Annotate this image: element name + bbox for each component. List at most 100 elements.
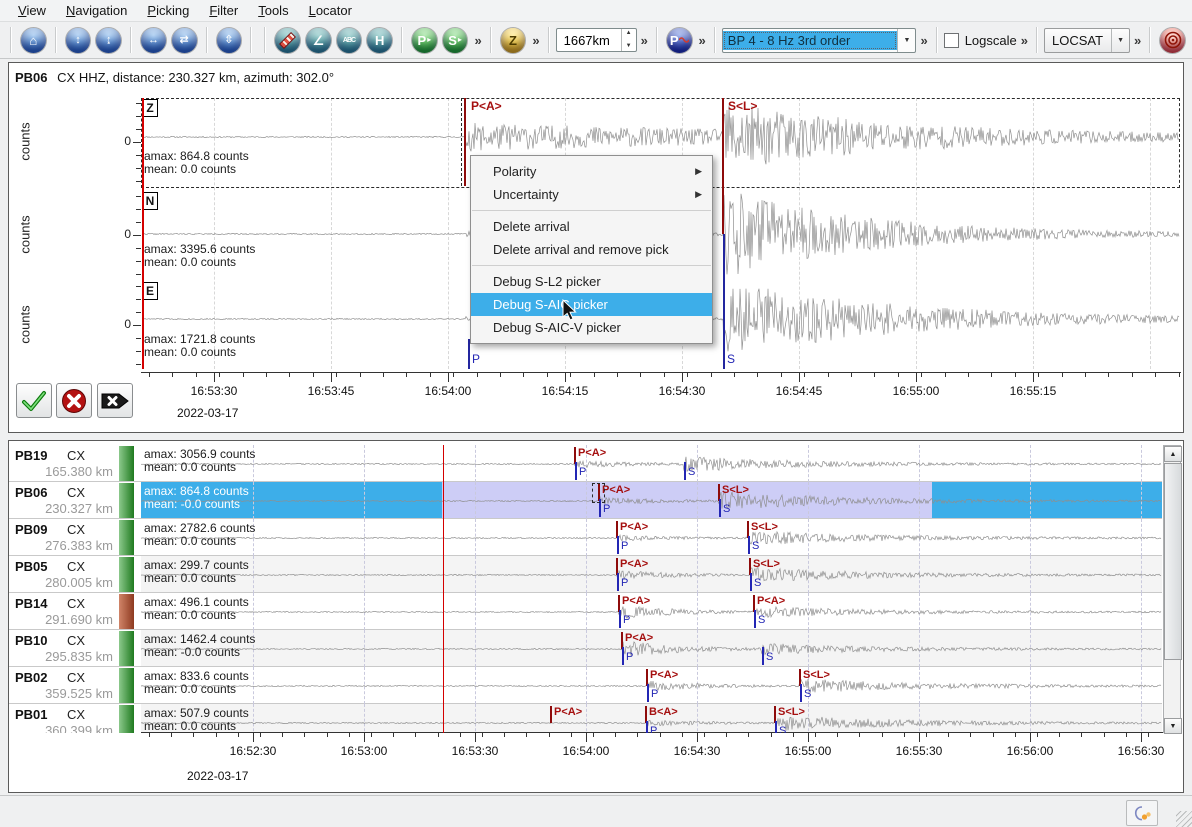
locator-selected-value: LOCSAT [1052,33,1111,48]
filter-select[interactable]: BP 4 - 8 Hz 3rd order ▼ [722,28,917,53]
confirm-pick-button[interactable] [16,383,52,418]
p-phase-icon: P [418,34,427,47]
reject-pick-button[interactable] [56,383,92,418]
scroll-down-button[interactable]: ▼ [1164,718,1182,734]
pick-line-blue[interactable] [617,573,619,591]
pick-phase-label: P<A> [620,558,648,570]
station-distance: 165.380 km [17,464,113,479]
axis-date-label: 2022-03-17 [177,406,238,420]
pick-line-blue[interactable] [762,647,764,665]
pick-line-blue[interactable] [575,462,577,480]
zero-tick-label: 0 [113,317,131,331]
z-component-icon: Z [509,34,517,47]
minor-tick [1015,372,1016,377]
major-tick [808,732,809,742]
major-tick [253,732,254,742]
minor-tick [500,372,501,377]
pick-line-blue[interactable] [750,573,752,591]
pick-line-blue[interactable] [800,684,802,702]
menu-item-delete-arrival-and-remove-pick[interactable]: Delete arrival and remove pick [471,238,712,261]
expand-time-button[interactable]: ↔ [141,28,166,53]
menubar-item-view[interactable]: View [8,1,56,21]
minor-tick [453,372,454,377]
fit-traces-button[interactable]: ⇳ [217,28,242,53]
overflow-chevron[interactable]: » [920,33,925,48]
skip-trace-button[interactable] [97,383,133,418]
menu-item-debug-s-aic-picker[interactable]: Debug S-AIC picker [471,293,712,316]
menubar-item-navigation[interactable]: Navigation [56,1,137,21]
pick-flag-label: S [804,688,811,700]
pick-line-blue[interactable] [748,536,750,554]
menu-item-debug-s-aic-v-picker[interactable]: Debug S-AIC-V picker [471,316,712,339]
toolbar-separator [1149,27,1151,53]
time-tick-label: 16:54:00 [425,384,472,398]
pick-p-phase-button[interactable]: P▸ [412,28,437,53]
scroll-up-button[interactable]: ▲ [1164,446,1182,462]
toolbar-separator [490,27,492,53]
overflow-chevron[interactable]: » [699,33,704,48]
distance-input[interactable] [562,32,621,49]
menubar-item-tools[interactable]: Tools [248,1,298,21]
collapse-amplitude-button[interactable]: ↨ [96,28,121,53]
cancel-icon [61,388,87,414]
pick-line-blue[interactable] [684,462,686,480]
scrollbar-thumb[interactable] [1164,463,1182,660]
menu-item-delete-arrival[interactable]: Delete arrival [471,215,712,238]
y-axis-label: counts [18,295,33,355]
menubar-item-filter[interactable]: Filter [199,1,248,21]
s-pick-line[interactable] [722,98,724,234]
pick-line-blue[interactable] [617,536,619,554]
overflow-chevron[interactable]: » [474,33,479,48]
overflow-chevron[interactable]: » [532,33,537,48]
logscale-toggle[interactable]: Logscale [944,33,1017,48]
collapse-time-button[interactable]: ⇄ [172,28,197,53]
overflow-chevron[interactable]: » [641,33,646,48]
network-code: CX [67,559,85,574]
overflow-chevron[interactable]: » [1021,33,1026,48]
major-tick [1033,372,1034,382]
home-button[interactable]: ⌂ [21,28,46,53]
component-z-button[interactable]: Z [501,28,526,53]
time-tick-label: 16:54:45 [776,384,823,398]
resize-grip[interactable] [1176,811,1192,827]
menubar-item-picking[interactable]: Picking [137,1,199,21]
menu-item-uncertainty[interactable]: Uncertainty▶ [471,183,712,206]
overflow-chevron[interactable]: » [1134,33,1139,48]
minor-tick [898,372,899,377]
chevron-down-icon[interactable]: ▼ [1111,29,1129,52]
minor-tick [360,372,361,377]
p-pick-line[interactable] [464,98,466,186]
spinner-buttons[interactable]: ▲ ▼ [621,29,636,51]
pick-line-blue[interactable] [719,499,721,517]
pick-s-phase-button[interactable]: S▸ [443,28,468,53]
annotation-button[interactable]: ABC [337,28,362,53]
pick-line-red[interactable] [550,706,552,723]
expand-amplitude-button[interactable]: ↕ [66,28,91,53]
pick-line-blue[interactable] [622,647,624,665]
station-name: PB01 [15,707,48,722]
distance-spinbox[interactable]: ▲ ▼ [556,28,637,52]
home-icon: ⌂ [29,34,37,47]
pick-line-blue[interactable] [619,610,621,628]
connection-status-button[interactable] [1126,800,1158,826]
relocate-button[interactable] [1160,28,1185,53]
chevron-down-icon[interactable]: ▼ [897,29,915,52]
pick-line-blue[interactable] [754,610,756,628]
pick-line-blue[interactable] [646,721,648,733]
menubar-item-locator[interactable]: Locator [299,1,362,21]
locator-select[interactable]: LOCSAT ▼ [1044,28,1130,53]
measure-button[interactable] [275,28,300,53]
menu-item-debug-s-l2-picker[interactable]: Debug S-L2 picker [471,270,712,293]
s-pick-flag-line[interactable] [723,234,725,369]
station-distance: 276.383 km [17,538,113,553]
pick-line-blue[interactable] [647,684,649,702]
p-wave-tool-button[interactable]: P [667,28,692,53]
align-phase-button[interactable]: H [367,28,392,53]
pick-line-blue[interactable] [775,721,777,733]
angle-measure-button[interactable]: ∠ [306,28,331,53]
logscale-checkbox[interactable] [944,33,959,48]
toolbar-separator [264,27,266,53]
network-code: CX [67,633,85,648]
menu-item-polarity[interactable]: Polarity▶ [471,160,712,183]
vertical-scrollbar[interactable]: ▲ ▼ [1163,445,1181,733]
